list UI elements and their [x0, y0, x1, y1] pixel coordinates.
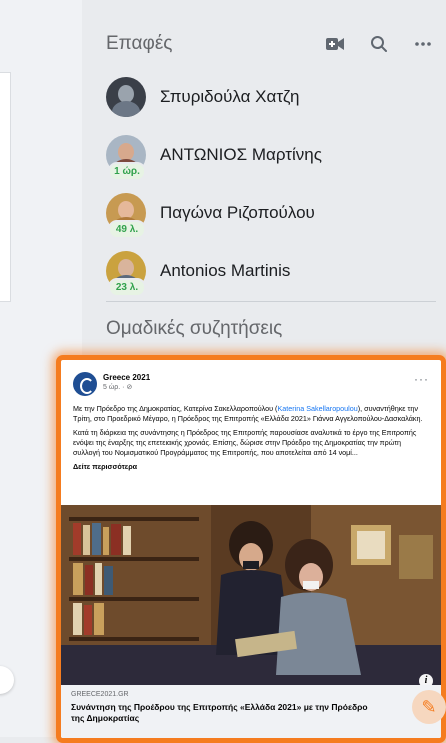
avatar: 1 ώρ. — [106, 135, 146, 181]
avatar — [106, 77, 146, 117]
link-domain: GREECE2021.GR — [71, 691, 129, 698]
group-conversations-title: Ομαδικές συζητήσεις — [106, 318, 283, 339]
contact-name: Antonios Martinis — [160, 261, 291, 280]
active-time-badge: 1 ώρ. — [108, 162, 146, 181]
post-text: Με την Πρόεδρο της Δημοκρατίας, Κατερίνα… — [61, 400, 441, 472]
contact-name: ΑΝΤΩΝΙΟΣ Μαρτίνης — [160, 145, 322, 164]
new-room-icon[interactable] — [322, 31, 348, 57]
new-message-icon[interactable]: ✎ — [412, 690, 446, 724]
post-text-paragraph: Κατά τη διάρκεια της συνάντησης η Πρόεδρ… — [73, 428, 417, 457]
post-text-intro: Με την Πρόεδρο της Δημοκρατίας, Κατερίνα… — [73, 404, 278, 413]
contacts-title: Επαφές — [106, 33, 173, 54]
shared-post-card[interactable]: Greece 2021 5 ώρ. · ⊘ ··· Με την Πρόεδρο… — [56, 355, 446, 743]
post-more-icon[interactable]: ··· — [414, 372, 429, 386]
avatar: 23 λ. — [106, 251, 146, 297]
link-preview[interactable]: GREECE2021.GR Συνάντηση της Προέδρου της… — [61, 685, 441, 738]
search-icon[interactable] — [366, 31, 392, 57]
left-floating-button[interactable] — [0, 666, 14, 694]
see-more-link[interactable]: Δείτε περισσότερα — [73, 462, 137, 471]
post-header: Greece 2021 5 ώρ. · ⊘ ··· — [61, 360, 441, 400]
contact-item[interactable]: 49 λ. Παγώνα Ριζοπούλου — [106, 184, 446, 242]
left-card-edge — [0, 72, 11, 302]
avatar: 49 λ. — [106, 193, 146, 239]
contact-name: Σπυριδούλα Χατζη — [160, 87, 300, 106]
contact-list: Σπυριδούλα Χατζη 1 ώρ. ΑΝΤΩΝΙΟΣ Μαρτίνης… — [106, 68, 446, 300]
more-icon[interactable] — [410, 31, 436, 57]
contact-item[interactable]: 23 λ. Antonios Martinis — [106, 242, 446, 300]
page-logo-icon[interactable] — [73, 372, 97, 396]
post-time: 5 ώρ. · ⊘ — [103, 384, 133, 391]
page-name[interactable]: Greece 2021 — [103, 372, 414, 383]
link-title[interactable]: Συνάντηση της Προέδρου της Επιτροπής «Ελ… — [71, 702, 371, 724]
section-divider — [106, 301, 436, 302]
active-time-badge: 49 λ. — [108, 220, 146, 239]
post-photo[interactable] — [61, 505, 441, 685]
contact-item[interactable]: 1 ώρ. ΑΝΤΩΝΙΟΣ Μαρτίνης — [106, 126, 446, 184]
contacts-header: Επαφές — [106, 30, 436, 58]
active-time-badge: 23 λ. — [108, 278, 146, 297]
mention-link[interactable]: Katerina Sakellaropoulou — [277, 404, 357, 413]
contact-item[interactable]: Σπυριδούλα Χατζη — [106, 68, 446, 126]
contact-name: Παγώνα Ριζοπούλου — [160, 203, 315, 222]
